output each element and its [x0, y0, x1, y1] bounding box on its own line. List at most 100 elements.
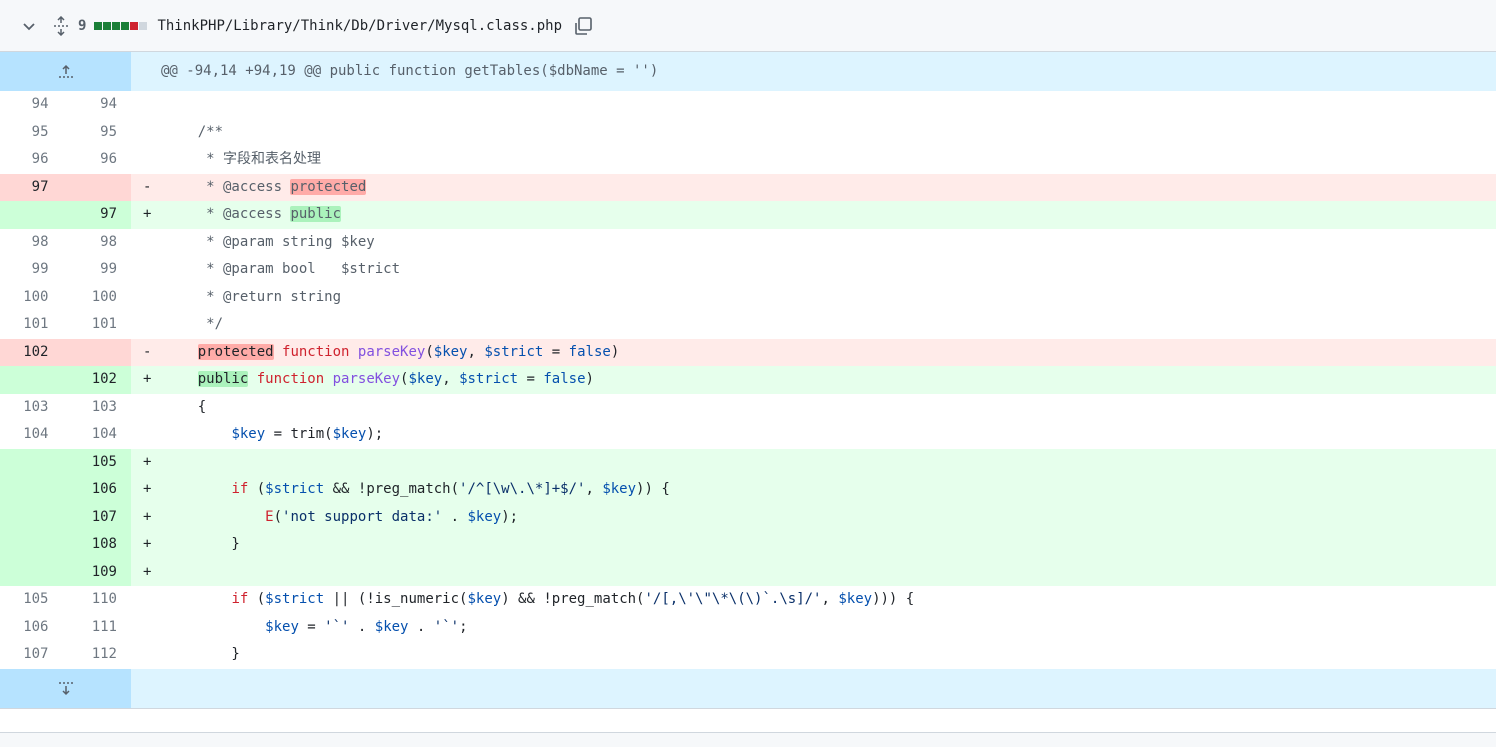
- old-line-number[interactable]: 96: [0, 146, 66, 174]
- diffstat-block: [112, 21, 121, 30]
- unfold-icon[interactable]: [50, 15, 72, 37]
- code-line: if ($strict || (!is_numeric($key) && !pr…: [231, 591, 915, 607]
- diff-sign: -: [143, 178, 152, 195]
- diff-row-ctx: 96 96 * 字段和表名处理: [0, 146, 1496, 174]
- old-line-number[interactable]: 101: [0, 311, 66, 339]
- code-line: protected function parseKey($key, $stric…: [197, 343, 620, 360]
- diff-row-ctx: 94 94: [0, 91, 1496, 119]
- old-line-number[interactable]: [0, 503, 66, 531]
- diff-sign: +: [143, 563, 152, 580]
- old-line-number[interactable]: [0, 558, 66, 586]
- new-line-number[interactable]: 112: [65, 641, 131, 669]
- expand-up-icon[interactable]: [0, 52, 131, 91]
- diff-sign: [131, 421, 161, 449]
- old-line-number[interactable]: 95: [0, 118, 66, 146]
- new-line-number[interactable]: 103: [65, 393, 131, 421]
- new-line-number[interactable]: 95: [65, 118, 131, 146]
- footer-strip: [0, 732, 1496, 747]
- new-line-number[interactable]: 96: [65, 146, 131, 174]
- diff-row-ctx: 95 95 /**: [0, 118, 1496, 146]
- code-line: E('not support data:' . $key);: [265, 508, 519, 525]
- code-line: $key = trim($key);: [231, 426, 384, 442]
- code-line: if ($strict && !preg_match('/^[\w\.\*]+$…: [231, 481, 670, 497]
- diffstat-block: [130, 21, 139, 30]
- diff-sign: [131, 146, 161, 174]
- diff-sign: +: [143, 206, 152, 222]
- diff-row-ctx: 106 111 $key = '`' . $key . '`';: [0, 613, 1496, 641]
- diff-sign: [131, 311, 161, 339]
- new-line-number[interactable]: 108: [65, 531, 131, 559]
- old-line-number[interactable]: 105: [0, 586, 66, 614]
- new-line-number[interactable]: 101: [65, 311, 131, 339]
- diff-row-add: 107 + E('not support data:' . $key);: [0, 503, 1496, 531]
- old-line-number[interactable]: 102: [0, 338, 66, 366]
- diff-sign: [131, 284, 161, 312]
- new-line-number[interactable]: [65, 338, 131, 366]
- old-line-number[interactable]: [0, 366, 66, 394]
- diff-sign: -: [143, 343, 152, 360]
- old-line-number[interactable]: 100: [0, 283, 66, 311]
- diff-sign: +: [143, 371, 152, 387]
- code-line: {: [164, 398, 207, 415]
- new-line-number[interactable]: 109: [65, 558, 131, 586]
- changes-count: 9: [78, 17, 87, 34]
- code-line: */: [164, 316, 224, 332]
- diff-row-ctx: 98 98 * @param string $key: [0, 228, 1496, 257]
- expand-down-icon[interactable]: [0, 668, 131, 708]
- old-line-number[interactable]: 99: [0, 256, 66, 284]
- new-line-number[interactable]: 105: [65, 448, 131, 476]
- old-line-number[interactable]: [0, 448, 66, 476]
- old-line-number[interactable]: [0, 201, 66, 229]
- new-line-number[interactable]: 106: [65, 476, 131, 504]
- diff-row-ctx: 107 112 }: [0, 641, 1496, 669]
- diff-sign: +: [143, 481, 152, 497]
- old-line-number[interactable]: 103: [0, 393, 66, 421]
- hunk-header-text: @@ -94,14 +94,19 @@ public function getT…: [161, 63, 659, 79]
- code-line: $key = '`' . $key . '`';: [265, 618, 468, 635]
- old-line-number[interactable]: 97: [0, 173, 66, 201]
- diff-row-ctx: 99 99 * @param bool $strict: [0, 256, 1496, 284]
- code-line: * @param string $key: [164, 233, 375, 250]
- new-line-number[interactable]: 100: [65, 283, 131, 311]
- chevron-down-icon[interactable]: [18, 15, 40, 37]
- old-line-number[interactable]: 106: [0, 613, 66, 641]
- code-line: * @return string: [164, 288, 342, 305]
- new-line-number[interactable]: 99: [65, 256, 131, 284]
- new-line-number[interactable]: 104: [65, 421, 131, 449]
- diff-sign: [131, 229, 161, 257]
- old-line-number[interactable]: 94: [0, 91, 66, 119]
- old-line-number[interactable]: [0, 531, 66, 559]
- old-line-number[interactable]: [0, 476, 66, 504]
- old-line-number[interactable]: 107: [0, 641, 66, 669]
- diffstat-block: [121, 21, 130, 30]
- new-line-number[interactable]: 98: [65, 228, 131, 256]
- new-line-number[interactable]: 107: [65, 503, 131, 531]
- copy-icon[interactable]: [572, 15, 594, 37]
- diff-sign: [131, 91, 161, 119]
- diffstat-block: [94, 21, 103, 30]
- diff-row-add: 102 + public function parseKey($key, $str…: [0, 366, 1496, 394]
- new-line-number[interactable]: 110: [65, 586, 131, 614]
- new-line-number[interactable]: 97: [65, 201, 131, 229]
- code-line: public function parseKey($key, $strict =…: [197, 371, 594, 387]
- diff-table: @@ -94,14 +94,19 @@ public function getT…: [0, 52, 1496, 709]
- code-line: * 字段和表名处理: [164, 151, 322, 167]
- new-line-number[interactable]: [65, 173, 131, 201]
- old-line-number[interactable]: 98: [0, 228, 66, 256]
- old-line-number[interactable]: 104: [0, 421, 66, 449]
- diff-sign: +: [143, 453, 152, 470]
- file-header: 9 ThinkPHP/Library/Think/Db/Driver/Mysql…: [0, 0, 1496, 52]
- diff-sign: [131, 586, 161, 614]
- diff-sign: [131, 394, 161, 422]
- diff-row-ctx: 100 100 * @return string: [0, 283, 1496, 312]
- new-line-number[interactable]: 111: [65, 613, 131, 641]
- hunk-header-row: @@ -94,14 +94,19 @@ public function getT…: [0, 52, 1496, 91]
- diff-row-add: 105 +: [0, 448, 1496, 477]
- diff-row-add: 97 + * @access public: [0, 201, 1496, 229]
- new-line-number[interactable]: 102: [65, 366, 131, 394]
- file-path[interactable]: ThinkPHP/Library/Think/Db/Driver/Mysql.c…: [157, 18, 562, 34]
- new-line-number[interactable]: 94: [65, 91, 131, 119]
